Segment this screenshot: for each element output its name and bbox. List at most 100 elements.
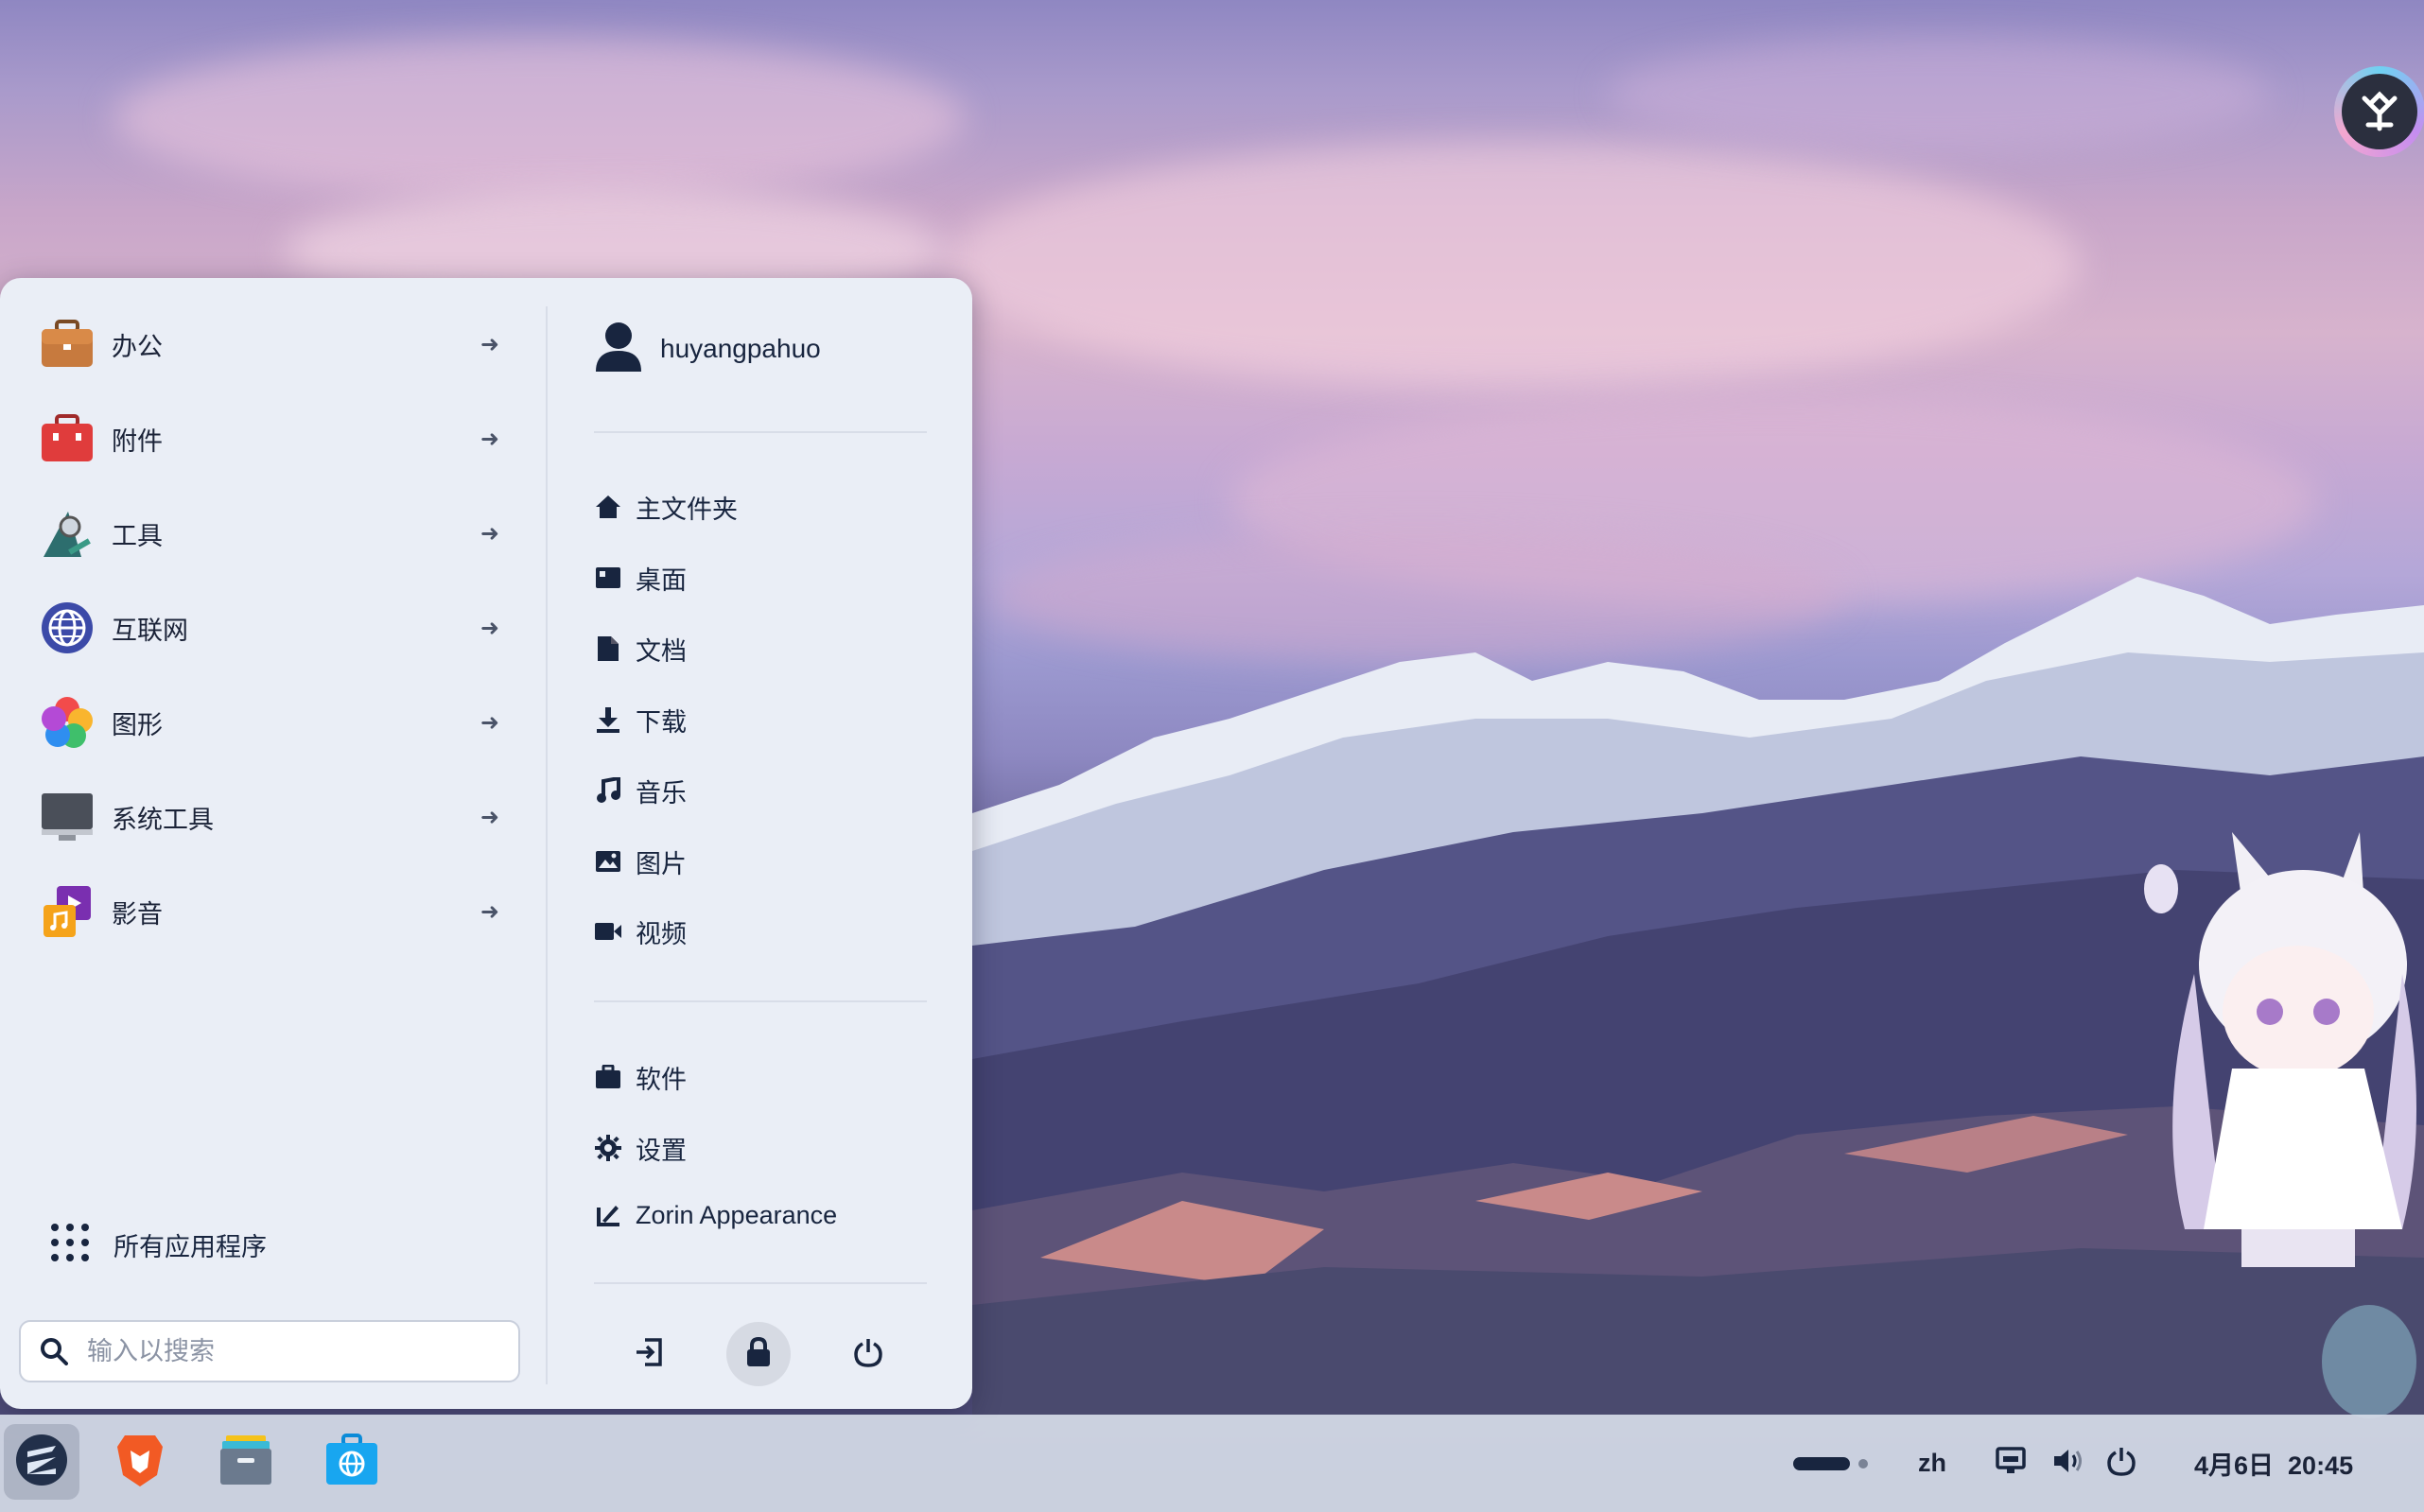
system-settings[interactable]: 设置 (594, 1121, 934, 1174)
network-button[interactable] (1996, 1415, 2026, 1512)
taskbar: zh 4月6日 20:45 (0, 1415, 2424, 1512)
place-music[interactable]: 音乐 (594, 764, 934, 817)
category-accessories[interactable]: 附件 ➜ (38, 401, 511, 477)
system-label: 软件 (636, 1065, 687, 1094)
place-desktop[interactable]: 桌面 (594, 551, 934, 604)
power-icon (854, 1337, 882, 1372)
tools-icon (38, 504, 96, 563)
category-multimedia[interactable]: 影音 ➜ (38, 874, 511, 949)
home-icon (594, 493, 622, 521)
place-label: 下载 (636, 707, 687, 737)
system-zorin-appearance[interactable]: Zorin Appearance (594, 1189, 934, 1242)
brave-browser-icon (115, 1432, 165, 1493)
graphics-icon (38, 693, 96, 752)
start-menu: 办公 ➜ 附件 ➜ 工具 ➜ 互联网 ➜ 图形 ➜ 系统工具 ➜ 影音 ➜ hu… (0, 278, 972, 1409)
power-off-button[interactable] (836, 1322, 900, 1386)
logout-button[interactable] (617, 1322, 681, 1386)
app-grid-icon (49, 1222, 91, 1268)
category-label: 附件 (112, 426, 163, 456)
globe-icon (38, 599, 96, 657)
menu-divider (594, 1282, 927, 1284)
volume-button[interactable] (2052, 1415, 2084, 1512)
category-label: 互联网 (112, 616, 188, 645)
place-label: 文档 (636, 636, 687, 666)
image-icon (594, 847, 622, 876)
video-icon (594, 917, 622, 946)
power-icon (2107, 1446, 2136, 1481)
software-store-icon (324, 1433, 379, 1491)
file-manager-button[interactable] (208, 1424, 284, 1500)
category-utilities[interactable]: 工具 ➜ (38, 495, 511, 571)
toolbox-icon (38, 409, 96, 468)
document-icon (594, 634, 622, 663)
search-input[interactable] (85, 1335, 486, 1367)
network-wired-icon (1996, 1447, 2026, 1480)
clock-button[interactable]: 4月6日 20:45 (2194, 1415, 2353, 1512)
menu-divider (594, 1000, 927, 1002)
software-icon (594, 1063, 622, 1091)
zorin-logo-icon (2342, 74, 2417, 149)
place-label: 视频 (636, 919, 687, 948)
arrow-right-icon: ➜ (480, 709, 499, 736)
all-applications-button[interactable]: 所有应用程序 (49, 1216, 267, 1273)
place-downloads[interactable]: 下载 (594, 693, 934, 746)
monitor-icon (38, 788, 96, 846)
arrow-right-icon: ➜ (480, 520, 499, 547)
workspace-indicator[interactable] (1791, 1415, 1871, 1512)
arrow-right-icon: ➜ (480, 331, 499, 357)
lock-button[interactable] (726, 1322, 791, 1386)
system-software[interactable]: 软件 (594, 1051, 934, 1104)
search-box (19, 1320, 520, 1382)
logout-icon (634, 1337, 664, 1372)
system-power-button[interactable] (2107, 1415, 2136, 1512)
category-office[interactable]: 办公 ➜ (38, 306, 511, 382)
music-icon (594, 776, 622, 805)
desktop-icon (594, 564, 622, 592)
zorin-menu-icon (14, 1433, 69, 1492)
zorin-menu-button[interactable] (4, 1424, 79, 1500)
download-icon (594, 705, 622, 734)
file-manager-icon (218, 1434, 273, 1491)
category-label: 办公 (112, 332, 163, 361)
menu-divider (594, 431, 927, 433)
system-label: Zorin Appearance (636, 1200, 838, 1229)
mascot-character-image (2144, 832, 2416, 1418)
volume-icon (2052, 1447, 2084, 1480)
category-label: 影音 (112, 899, 163, 929)
category-label: 工具 (112, 521, 163, 550)
arrow-right-icon: ➜ (480, 898, 499, 925)
place-documents[interactable]: 文档 (594, 622, 934, 675)
briefcase-icon (38, 315, 96, 374)
appearance-icon (594, 1201, 622, 1229)
brave-browser-button[interactable] (102, 1424, 178, 1500)
desktop: 办公 ➜ 附件 ➜ 工具 ➜ 互联网 ➜ 图形 ➜ 系统工具 ➜ 影音 ➜ hu… (0, 0, 2424, 1512)
search-icon (40, 1337, 68, 1365)
place-label: 音乐 (636, 778, 687, 808)
category-label: 图形 (112, 710, 163, 739)
place-label: 主文件夹 (636, 495, 738, 524)
username-label: huyangpahuo (660, 334, 821, 363)
lock-icon (745, 1336, 772, 1372)
zorin-widget-logo[interactable] (2334, 66, 2424, 157)
category-graphics[interactable]: 图形 ➜ (38, 685, 511, 760)
menu-column-divider (546, 306, 548, 1384)
input-method-label: zh (1918, 1449, 1946, 1477)
place-label: 图片 (636, 849, 687, 878)
arrow-right-icon: ➜ (480, 804, 499, 830)
input-method-indicator[interactable]: zh (1918, 1415, 1946, 1512)
place-pictures[interactable]: 图片 (594, 835, 934, 888)
arrow-right-icon: ➜ (480, 615, 499, 641)
software-store-button[interactable] (314, 1424, 390, 1500)
gear-icon (594, 1134, 622, 1162)
place-home[interactable]: 主文件夹 (594, 480, 934, 533)
clock-label: 4月6日 20:45 (2194, 1451, 2354, 1480)
user-account-button[interactable]: huyangpahuo (594, 316, 821, 382)
user-icon (594, 321, 643, 378)
place-label: 桌面 (636, 565, 687, 595)
arrow-right-icon: ➜ (480, 426, 499, 452)
place-videos[interactable]: 视频 (594, 905, 934, 958)
category-internet[interactable]: 互联网 ➜ (38, 590, 511, 666)
all-applications-label: 所有应用程序 (113, 1232, 267, 1261)
category-system-tools[interactable]: 系统工具 ➜ (38, 779, 511, 855)
media-icon (38, 882, 96, 941)
